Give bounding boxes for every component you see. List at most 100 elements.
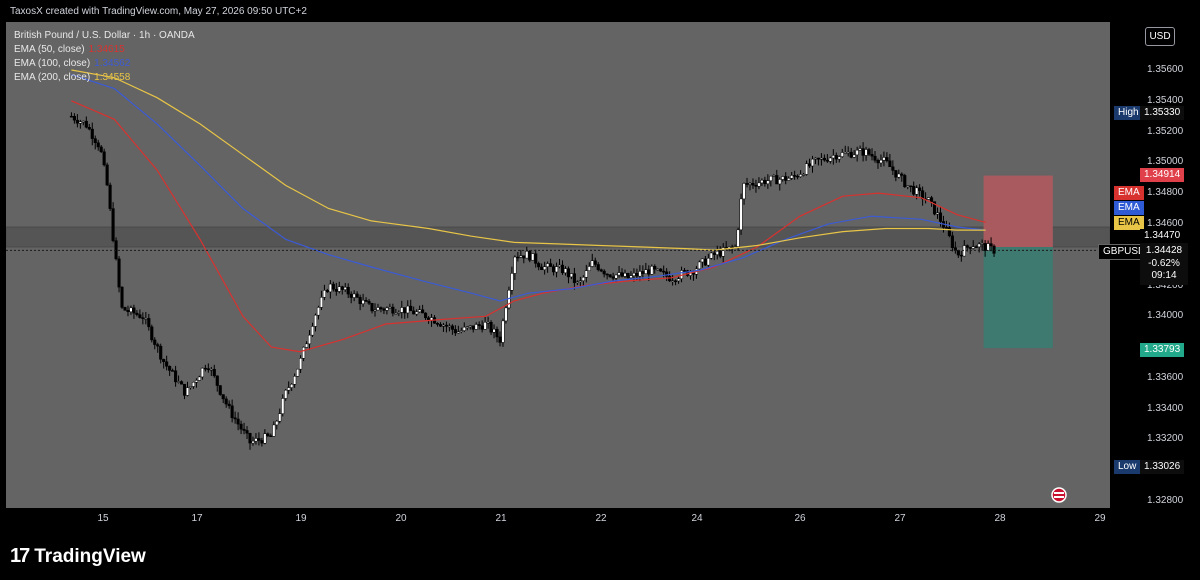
candle-body — [441, 324, 446, 327]
candle-body — [450, 325, 454, 330]
candle-body — [834, 155, 838, 160]
candle-body — [873, 155, 877, 161]
candle-body — [796, 175, 800, 178]
candle-body — [718, 250, 722, 257]
candle-body — [763, 179, 767, 185]
candle-body — [87, 127, 91, 130]
candle-body — [935, 212, 940, 215]
candle-body — [358, 297, 362, 305]
candle-body — [501, 320, 505, 343]
candle-body — [668, 276, 672, 282]
candle-body — [802, 174, 806, 176]
candle-body — [682, 270, 687, 272]
y-tick-label: 1.35200 — [1147, 125, 1184, 137]
candle-body — [864, 149, 868, 156]
candle-body — [108, 184, 112, 209]
tradingview-logo[interactable]: 17 TradingView — [10, 545, 146, 568]
y-tick-label: 1.35400 — [1147, 94, 1184, 106]
y-tick-label: 1.34600 — [1147, 217, 1184, 229]
high-value: 1.35330 — [1140, 106, 1185, 120]
candle-body — [837, 156, 841, 160]
candle-body — [906, 185, 910, 188]
candle-body — [876, 160, 880, 164]
candle-body — [191, 381, 196, 387]
candle-body — [266, 433, 270, 436]
candle-body — [712, 252, 716, 255]
candle-body — [340, 286, 344, 290]
ema50-label: EMA (50, close) — [14, 44, 85, 55]
candle-body — [974, 246, 978, 248]
candle-body — [918, 187, 922, 191]
currency-button[interactable]: USD — [1145, 27, 1175, 46]
high-label: High — [1114, 106, 1143, 120]
candle-body — [912, 185, 916, 195]
candle-body — [804, 163, 809, 175]
chart-svg — [6, 69, 1110, 503]
candle-body — [760, 179, 764, 184]
candle-body — [751, 183, 755, 186]
candle-body — [355, 293, 359, 298]
candle-body — [194, 380, 198, 383]
candle-body — [171, 370, 175, 372]
x-tick-label: 17 — [191, 513, 203, 524]
ema200-legend[interactable]: EMA (200, close) 1.34558 — [14, 72, 130, 83]
candle-body — [787, 178, 791, 181]
candle-body — [177, 381, 181, 383]
stop-zone — [983, 175, 1053, 248]
candle-body — [319, 297, 323, 308]
candle-body — [260, 440, 264, 444]
candle-body — [665, 271, 669, 277]
candle-body — [534, 253, 538, 264]
ema100-line — [71, 74, 986, 302]
level-value-tag: 1.34470 — [1140, 229, 1185, 243]
candle-body — [397, 312, 401, 314]
candle-body — [346, 286, 350, 295]
candle-body — [159, 345, 163, 360]
candle-body — [632, 272, 636, 276]
candle-body — [403, 307, 407, 314]
candle-body — [388, 306, 392, 309]
candle-body — [816, 157, 821, 160]
candle-body — [81, 120, 85, 123]
candle-body — [409, 305, 413, 312]
candle-body — [325, 290, 329, 293]
candle-body — [846, 151, 850, 154]
candle-body — [287, 387, 291, 391]
ema50-legend[interactable]: EMA (50, close) 1.34615 — [14, 44, 125, 55]
candle-body — [706, 258, 710, 266]
candle-body — [968, 247, 972, 249]
candle-body — [352, 293, 356, 298]
ema100-legend[interactable]: EMA (100, close) 1.34562 — [14, 58, 130, 69]
candle-body — [185, 387, 190, 396]
candle-body — [406, 305, 410, 314]
candle-body — [165, 361, 169, 367]
candle-body — [212, 368, 216, 377]
ema200-value: 1.34558 — [94, 72, 131, 83]
candle-body — [382, 308, 386, 311]
candle-body — [218, 385, 222, 395]
tradingview-wordmark: TradingView — [34, 545, 146, 567]
candle-body — [959, 254, 963, 257]
candle-body — [641, 271, 645, 274]
candle-body — [272, 424, 276, 437]
candle-body — [263, 433, 267, 444]
candle-body — [700, 258, 704, 263]
candle-body — [557, 264, 562, 267]
created-by-text: TaxosX created with TradingView.com, May… — [10, 6, 307, 17]
candle-body — [608, 274, 612, 278]
candle-body — [99, 146, 103, 153]
candle-body — [581, 276, 585, 281]
candle-body — [819, 157, 823, 160]
candle-body — [385, 307, 389, 311]
candle-body — [629, 275, 633, 279]
ema200-label: EMA (200, close) — [14, 72, 91, 83]
candle-body — [528, 251, 532, 261]
target-zone — [983, 247, 1053, 349]
candle-body — [278, 413, 282, 422]
candle-body — [84, 120, 88, 128]
candle-body — [849, 151, 853, 158]
candle-body — [114, 240, 118, 260]
ema200-line — [71, 69, 986, 251]
candle-body — [790, 175, 794, 179]
candle-body — [435, 323, 440, 325]
